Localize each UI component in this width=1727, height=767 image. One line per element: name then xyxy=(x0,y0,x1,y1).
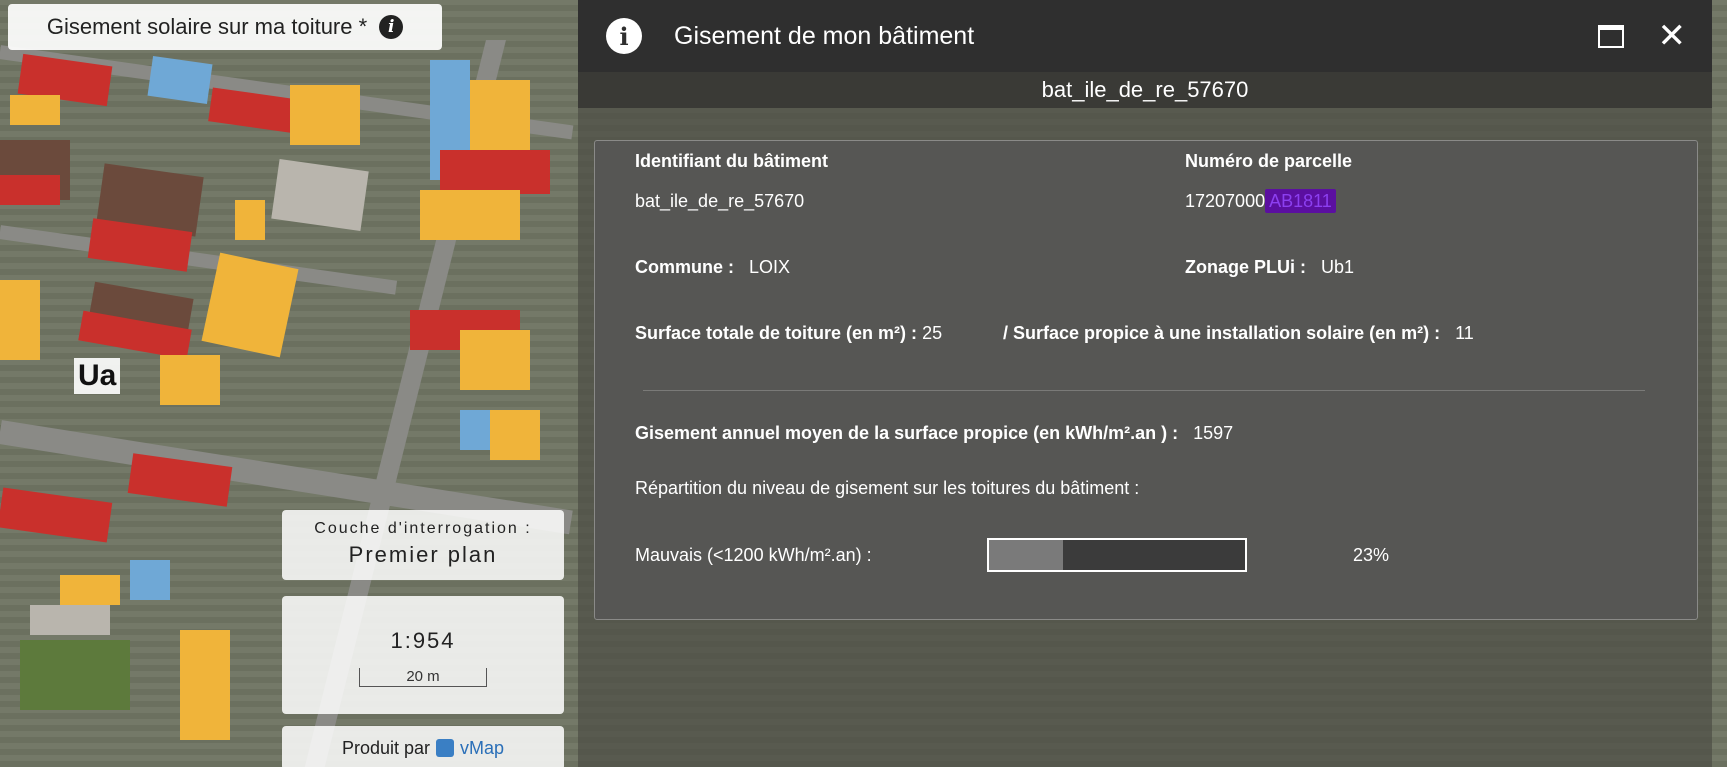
map-roof xyxy=(160,355,220,405)
map-roof xyxy=(20,640,130,710)
map-roof xyxy=(147,56,213,104)
bad-level-progress-fill xyxy=(989,540,1064,570)
parcel-highlight: AB1811 xyxy=(1265,189,1336,213)
annual-label: Gisement annuel moyen de la surface prop… xyxy=(635,423,1179,443)
roof-total-row: Surface totale de toiture (en m²) : 25 xyxy=(635,323,942,344)
map-roof xyxy=(30,605,110,635)
vmap-link[interactable]: vMap xyxy=(460,738,504,759)
building-id-label: Identifiant du bâtiment xyxy=(635,151,828,171)
roof-suitable-label: / Surface propice à une installation sol… xyxy=(1003,323,1441,343)
map-roof xyxy=(0,280,40,360)
panel-title: Gisement de mon bâtiment xyxy=(674,21,975,50)
map-roof xyxy=(235,200,265,240)
parcel-prefix: 17207000 xyxy=(1185,191,1266,211)
info-icon: i xyxy=(606,18,642,54)
building-details-card: Identifiant du bâtiment bat_ile_de_re_57… xyxy=(594,140,1698,620)
building-panel: i Gisement de mon bâtiment ✕ bat_ile_de_… xyxy=(578,0,1712,767)
scale-ratio: 1:954 xyxy=(390,628,456,653)
commune-value: LOIX xyxy=(749,257,791,277)
map-roof xyxy=(271,159,369,231)
zone-label: Ua xyxy=(74,358,121,394)
commune-label: Commune : xyxy=(635,257,734,277)
map-roof xyxy=(180,630,230,740)
vmap-logo-icon xyxy=(436,739,455,757)
produced-by: Produit par vMap xyxy=(282,726,564,767)
zoning-row: Zonage PLUi : Ub1 xyxy=(1185,257,1354,278)
map-roof xyxy=(0,487,113,543)
close-icon[interactable]: ✕ xyxy=(1658,19,1687,53)
scale-bar: 20 m xyxy=(359,668,487,687)
bad-level-percent: 23% xyxy=(1353,545,1390,565)
map-roof xyxy=(10,95,60,125)
query-layer-widget[interactable]: Couche d'interrogation : Premier plan xyxy=(282,510,564,580)
map-roof xyxy=(420,190,520,240)
roof-total-label: Surface totale de toiture (en m²) : xyxy=(635,323,918,343)
bad-level-label: Mauvais (<1200 kWh/m².an) : xyxy=(635,545,872,565)
zoning-value: Ub1 xyxy=(1321,257,1355,277)
map-roof xyxy=(460,410,490,450)
map-roof xyxy=(60,575,120,605)
map-roof xyxy=(490,410,540,460)
scale-widget: 1:954 20 m xyxy=(282,596,564,714)
map-roof xyxy=(460,330,530,390)
parcel-label: Numéro de parcelle xyxy=(1185,151,1353,171)
bad-level-progress xyxy=(987,538,1247,572)
map-roof xyxy=(0,175,60,205)
map-roof xyxy=(201,252,299,358)
roof-suitable-value: 11 xyxy=(1455,323,1474,343)
divider xyxy=(643,390,1645,391)
zoning-label: Zonage PLUi : xyxy=(1185,257,1306,277)
roof-total-value: 25 xyxy=(922,323,943,343)
annual-row: Gisement annuel moyen de la surface prop… xyxy=(635,423,1233,444)
roof-suitable-row: / Surface propice à une installation sol… xyxy=(1003,323,1474,344)
map-road xyxy=(0,225,398,295)
parcel-value: 17207000 AB1811 xyxy=(1185,189,1336,213)
distribution-label: Répartition du niveau de gisement sur le… xyxy=(635,478,1140,498)
query-layer-label: Couche d'interrogation : xyxy=(314,520,532,537)
panel-header: i Gisement de mon bâtiment ✕ xyxy=(578,0,1712,72)
maximize-icon[interactable] xyxy=(1597,24,1624,48)
annual-value: 1597 xyxy=(1193,423,1234,443)
commune-row: Commune : LOIX xyxy=(635,257,790,278)
produced-by-prefix: Produit par xyxy=(341,737,431,758)
map-roof xyxy=(130,560,170,600)
map-title-bar[interactable]: Gisement solaire sur ma toiture * i xyxy=(8,4,442,50)
panel-subtitle: bat_ile_de_re_57670 xyxy=(578,72,1712,108)
building-id-value: bat_ile_de_re_57670 xyxy=(635,191,805,211)
query-layer-value[interactable]: Premier plan xyxy=(282,542,564,568)
map-title: Gisement solaire sur ma toiture * xyxy=(46,14,368,39)
map-roof xyxy=(440,150,550,194)
map-roof xyxy=(290,85,360,145)
info-icon[interactable]: i xyxy=(379,15,404,39)
